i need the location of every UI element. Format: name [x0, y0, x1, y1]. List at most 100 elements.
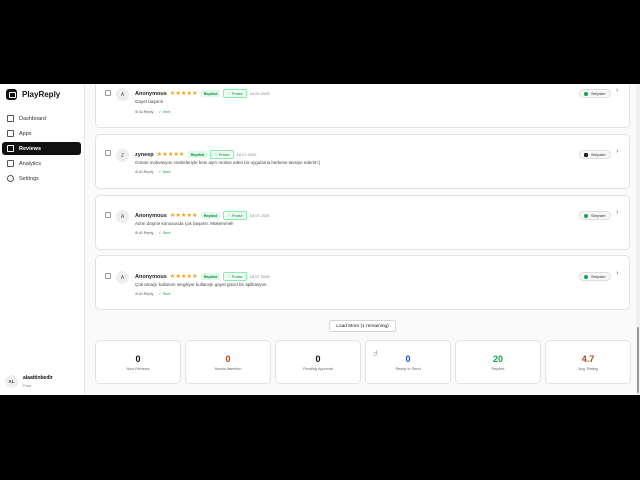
status-badge: Replied: [187, 151, 208, 158]
rating-stars: ★★★★★: [169, 91, 198, 97]
stat-card-needs-attention: 0 Needs Attention: [185, 340, 271, 384]
stat-label: New Reviews: [126, 367, 150, 371]
chevron-right-icon[interactable]: ›: [616, 148, 618, 155]
stat-value: 0: [225, 354, 231, 364]
device-badge: Sleipster: [579, 89, 611, 98]
review-header: Anonymous ★★★★★ Replied ♡ Praise 18.07.2…: [135, 211, 270, 220]
stat-card-new-reviews: 0 New Reviews: [95, 340, 181, 384]
sidebar-nav: Dashboard Apps Reviews Analytics Setting…: [2, 112, 81, 187]
sidebar-item-label: Dashboard: [19, 115, 46, 122]
sidebar-item-label: Analytics: [19, 160, 42, 167]
chevron-right-icon[interactable]: ›: [616, 209, 618, 216]
stat-card-pending-approval: 0 Pending Approval: [275, 340, 361, 384]
sidebar-item-apps[interactable]: Apps: [2, 127, 81, 140]
sidebar-item-label: Settings: [19, 175, 39, 182]
reviewer-name: zyneep: [135, 151, 154, 158]
scrollbar-thumb[interactable]: [637, 327, 639, 393]
load-more-button[interactable]: Load More (1 remaining): [329, 320, 396, 332]
device-badge: Sleipster: [579, 150, 611, 159]
device-name: Sleipster: [591, 274, 606, 279]
reviewer-name: Anonymous: [135, 273, 167, 280]
sidebar-item-dashboard[interactable]: Dashboard: [2, 112, 81, 125]
sidebar-item-label: Apps: [19, 130, 32, 137]
reviews-icon: [7, 145, 14, 152]
stat-value: 20: [492, 354, 503, 364]
category-badge: ♡ Praise: [210, 150, 234, 159]
chevron-right-icon[interactable]: ›: [616, 270, 618, 277]
review-header: zyneep ★★★★★ Replied ♡ Praise 18.07.2025: [135, 150, 257, 159]
category-badge: ♡ Praise: [223, 211, 247, 220]
sidebar-item-label: Reviews: [19, 145, 42, 152]
review-date: 18.07.2025: [249, 274, 270, 279]
review-text: Günün motivasyon cümleleriyle beni aşırı…: [135, 160, 321, 165]
user-name: alaattinbedir: [23, 375, 53, 381]
reviewer-avatar: Z: [116, 149, 129, 162]
ai-reply-link[interactable]: ⊘ AI Reply: [135, 169, 153, 174]
stat-label: Replied: [491, 367, 505, 371]
sent-status: ✓ Sent: [158, 110, 171, 114]
sent-status: ✓ Sent: [158, 170, 171, 174]
app-window: PlayReply Dashboard Apps Reviews Analyti…: [0, 84, 640, 395]
review-text: Gayet başarılı: [135, 99, 164, 104]
review-card[interactable]: A Anonymous ★★★★★ Replied ♡ Praise 18.07…: [95, 255, 630, 310]
sent-status: ✓ Sent: [158, 292, 171, 296]
android-icon: [584, 213, 588, 218]
device-name: Sleipster: [591, 213, 606, 218]
pointer-cursor-icon: ☝: [373, 349, 378, 358]
review-text: Adım döşme konusunda çok başarılı. Mükem…: [135, 221, 234, 226]
device-name: Sleipster: [591, 152, 606, 157]
sidebar: PlayReply Dashboard Apps Reviews Analyti…: [0, 84, 85, 395]
review-actions: ⊘ AI Reply ✓ Sent: [135, 230, 170, 235]
review-card[interactable]: A Anonymous ★★★★★ Replied ♡ Praise 18.07…: [95, 195, 630, 250]
review-card[interactable]: A Anonymous ★★★★★ Replied ♡ Praise 04.09…: [95, 84, 630, 128]
review-date: 18.07.2025: [236, 152, 257, 157]
apps-icon: [7, 130, 14, 137]
device-badge: Sleipster: [579, 211, 611, 220]
status-badge: Replied: [200, 90, 221, 97]
stat-value: 0: [315, 354, 321, 364]
device-badge: Sleipster: [579, 272, 611, 281]
status-badge: Replied: [200, 212, 221, 219]
review-date: 04.09.2025: [249, 91, 270, 96]
device-name: Sleipster: [591, 91, 606, 96]
review-checkbox[interactable]: [105, 90, 111, 96]
chevron-right-icon[interactable]: ›: [616, 87, 618, 94]
brand[interactable]: PlayReply: [6, 89, 60, 100]
review-checkbox[interactable]: [105, 212, 111, 218]
stat-value: 0: [135, 354, 141, 364]
user-profile[interactable]: AL alaattinbedir Free: [5, 375, 53, 388]
review-date: 18.07.2025: [249, 213, 270, 218]
review-card[interactable]: Z zyneep ★★★★★ Replied ♡ Praise 18.07.20…: [95, 134, 630, 189]
playreply-logo-icon: [6, 89, 17, 100]
sidebar-item-analytics[interactable]: Analytics: [2, 157, 81, 170]
reviewer-name: Anonymous: [135, 212, 167, 219]
stat-label: Ready to Send: [395, 367, 421, 371]
review-checkbox[interactable]: [105, 273, 111, 279]
category-badge: ♡ Praise: [223, 272, 247, 281]
stat-card-avg-rating: 4.7 Avg. Rating: [545, 340, 631, 384]
user-plan: Free: [23, 383, 32, 388]
sent-status: ✓ Sent: [158, 231, 171, 235]
stat-card-replied: 20 Replied: [455, 340, 541, 384]
ai-reply-link[interactable]: ⊘ AI Reply: [135, 109, 153, 114]
review-text: Çok amaçlı kullanım sergiliyor kullanışl…: [135, 282, 268, 287]
review-header: Anonymous ★★★★★ Replied ♡ Praise 04.09.2…: [135, 89, 270, 98]
apple-icon: [584, 152, 588, 157]
brand-name: PlayReply: [22, 90, 61, 99]
stat-card-ready-to-send: 0 Ready to Send: [365, 340, 451, 384]
reviewer-name: Anonymous: [135, 90, 167, 97]
review-actions: ⊘ AI Reply ✓ Sent: [135, 109, 170, 114]
sidebar-item-reviews[interactable]: Reviews: [2, 142, 81, 155]
settings-icon: [7, 175, 14, 182]
sidebar-item-settings[interactable]: Settings: [2, 172, 81, 185]
rating-stars: ★★★★★: [169, 274, 198, 280]
stat-label: Avg. Rating: [578, 367, 598, 371]
android-icon: [584, 274, 588, 279]
review-checkbox[interactable]: [105, 150, 111, 156]
ai-reply-link[interactable]: ⊘ AI Reply: [135, 291, 153, 296]
stat-label: Needs Attention: [214, 367, 242, 371]
category-badge: ♡ Praise: [223, 89, 247, 98]
avatar: AL: [5, 375, 18, 388]
ai-reply-link[interactable]: ⊘ AI Reply: [135, 230, 153, 235]
rating-stars: ★★★★★: [156, 152, 185, 158]
